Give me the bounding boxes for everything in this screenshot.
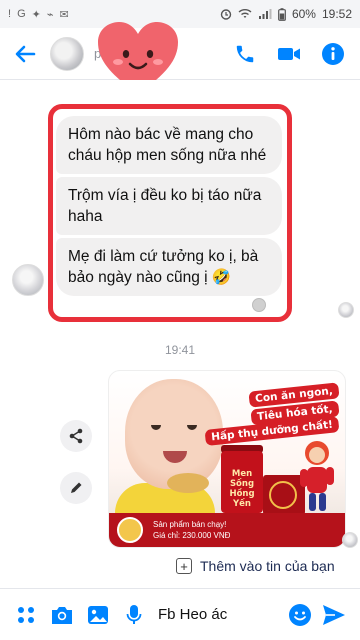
- message-thread[interactable]: Hôm nào bác về mang cho cháu hộp men sốn…: [0, 80, 360, 580]
- message-bubble[interactable]: Trộm vía ị đều ko bị táo nữa haha: [56, 177, 282, 235]
- notification-icon-5: ✉: [59, 8, 69, 21]
- notification-icon-1: !: [8, 8, 12, 20]
- status-right: 60% 19:52: [220, 7, 352, 21]
- ad-slogan: Con ăn ngon, Tiêu hóa tốt, Hấp thụ dưỡng…: [204, 382, 340, 446]
- message-bubble[interactable]: Mẹ đi làm cứ tưởng ko ị, bà bảo ngày nào…: [56, 238, 282, 296]
- alarm-icon: [220, 9, 232, 20]
- ad-baby-eye: [151, 425, 161, 430]
- video-camera-icon: [278, 47, 300, 60]
- battery-icon: [278, 7, 286, 21]
- battery-level: 60%: [291, 7, 316, 21]
- pencil-icon: [71, 482, 82, 493]
- gallery-button[interactable]: [80, 597, 116, 633]
- voice-message-button[interactable]: [116, 597, 152, 633]
- wifi-icon: [238, 9, 252, 18]
- phone-icon: [236, 45, 254, 62]
- ad-banner: Sản phẩm bán chạy! Giá chỉ: 230.000 VNĐ: [109, 513, 345, 547]
- camera-icon: [52, 606, 72, 624]
- info-icon: [322, 42, 344, 65]
- edit-button[interactable]: [60, 472, 92, 504]
- share-button[interactable]: [60, 420, 92, 452]
- ad-mascot: [300, 441, 334, 511]
- more-actions-button[interactable]: [8, 597, 44, 633]
- back-button[interactable]: [8, 37, 42, 71]
- ad-quality-seal: [117, 517, 143, 543]
- ad-banner-text: Sản phẩm bán chạy! Giá chỉ: 230.000 VNĐ: [153, 519, 230, 541]
- ad-baby-eye: [187, 425, 197, 430]
- notification-icon-3: ✦: [31, 8, 41, 21]
- shared-image[interactable]: Con ăn ngon, Tiêu hóa tốt, Hấp thụ dưỡng…: [108, 370, 346, 548]
- contact-avatar[interactable]: [50, 36, 84, 71]
- status-bar: ! G ✦ ⌁ ✉ 60% 19:52: [0, 0, 360, 28]
- header-actions: [232, 41, 346, 67]
- message-composer: Fb Heo ác: [0, 588, 360, 640]
- ad-product-label: Men Sống Hồng Yến: [229, 469, 255, 509]
- seen-avatar: [342, 532, 358, 548]
- video-call-button[interactable]: [276, 41, 302, 67]
- ad-baby-mouth: [163, 451, 187, 463]
- ad-product-seal: [269, 481, 297, 509]
- message-timestamp: 19:41: [164, 343, 196, 357]
- message-input[interactable]: Fb Heo ác: [158, 598, 312, 632]
- ad-spoon: [167, 473, 209, 493]
- send-icon: [323, 604, 345, 625]
- sender-avatar[interactable]: [12, 264, 44, 296]
- image-icon: [88, 605, 108, 624]
- four-dots-icon: [18, 606, 34, 623]
- clock: 19:52: [321, 7, 352, 21]
- plus-icon: +: [176, 558, 192, 574]
- signal-icon: [258, 9, 272, 19]
- add-to-story-button[interactable]: + Thêm vào tin của bạn: [176, 558, 335, 574]
- seen-avatar: [338, 302, 354, 318]
- info-button[interactable]: [320, 41, 346, 67]
- ad-banner-line: Sản phẩm bán chạy!: [153, 520, 227, 529]
- emoji-icon[interactable]: [288, 603, 312, 627]
- add-to-story-label: Thêm vào tin của bạn: [200, 558, 335, 574]
- send-button[interactable]: [316, 597, 352, 633]
- message-bubble[interactable]: Hôm nào bác về mang cho cháu hộp men sốn…: [56, 116, 282, 174]
- microphone-icon: [126, 604, 142, 624]
- message-input-value: Fb Heo ác: [158, 606, 228, 623]
- ad-banner-line: Giá chỉ: 230.000 VNĐ: [153, 531, 231, 540]
- status-left: ! G ✦ ⌁ ✉: [8, 8, 69, 21]
- notification-icon-2: G: [17, 8, 26, 20]
- share-icon: [69, 428, 83, 444]
- message-group: Hôm nào bác về mang cho cháu hộp men sốn…: [56, 116, 282, 299]
- reaction-icon[interactable]: [252, 298, 266, 312]
- voice-call-button[interactable]: [232, 41, 258, 67]
- notification-icon-4: ⌁: [46, 8, 54, 21]
- conversation-header: ph...: [0, 28, 360, 80]
- camera-button[interactable]: [44, 597, 80, 633]
- back-arrow-icon: [15, 45, 36, 62]
